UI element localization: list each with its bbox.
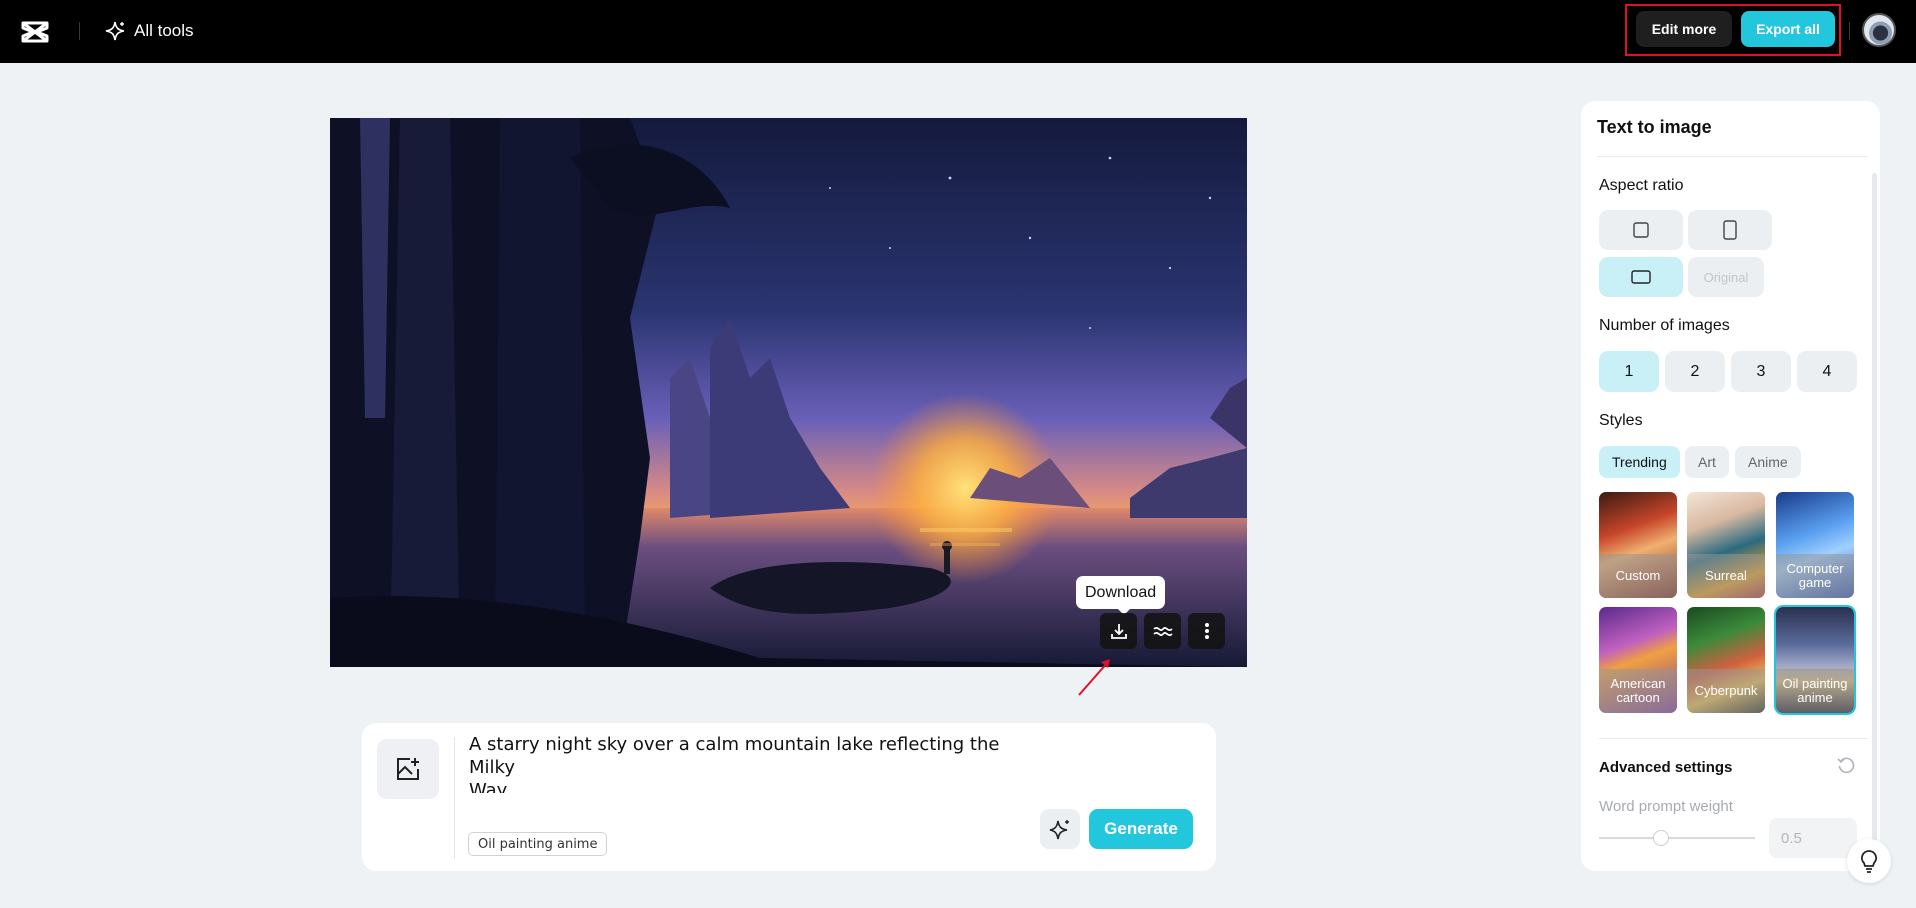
download-button[interactable]: [1100, 613, 1137, 649]
style-tile-label: Cyberpunk: [1687, 669, 1765, 713]
number-of-images-label: Number of images: [1599, 317, 1730, 334]
panel-title: Text to image: [1597, 117, 1712, 137]
more-options-button[interactable]: [1188, 613, 1225, 649]
style-tile-label: Custom: [1599, 554, 1677, 598]
square-ratio-icon: [1633, 222, 1649, 238]
landscape-ratio-icon: [1631, 270, 1651, 284]
generate-button[interactable]: Generate: [1089, 809, 1193, 849]
reset-icon[interactable]: [1837, 756, 1855, 774]
all-tools-button[interactable]: All tools: [104, 16, 194, 46]
style-tile-cyberpunk[interactable]: Cyberpunk: [1687, 607, 1765, 713]
style-tile-label: Oil painting anime: [1776, 669, 1854, 713]
aspect-portrait-button[interactable]: [1688, 210, 1772, 250]
weight-value-input[interactable]: [1769, 818, 1857, 858]
tab-anime[interactable]: Anime: [1735, 446, 1801, 478]
tab-art[interactable]: Art: [1685, 446, 1729, 478]
divider: [454, 737, 455, 859]
divider: [79, 22, 80, 40]
more-vertical-icon: [1204, 623, 1209, 639]
avatar[interactable]: [1862, 13, 1896, 47]
style-tile-label: Computer game: [1776, 554, 1854, 598]
panel-scrollbar[interactable]: [1872, 173, 1877, 853]
help-button[interactable]: [1847, 839, 1891, 883]
number-option-4[interactable]: 4: [1797, 351, 1857, 392]
aspect-landscape-button[interactable]: [1599, 257, 1683, 297]
word-prompt-weight-label: Word prompt weight: [1599, 798, 1733, 815]
style-tile-label: Surreal: [1687, 554, 1765, 598]
sparkle-icon: [105, 21, 125, 41]
number-option-2[interactable]: 2: [1665, 351, 1725, 392]
prompt-panel: A starry night sky over a calm mountain …: [362, 723, 1216, 871]
lightbulb-icon: [1861, 850, 1877, 873]
styles-label: Styles: [1599, 412, 1643, 429]
inspire-button[interactable]: [1040, 809, 1080, 849]
all-tools-label: All tools: [134, 21, 194, 40]
tab-trending[interactable]: Trending: [1599, 446, 1680, 478]
style-tile-computer-game[interactable]: Computer game: [1776, 492, 1854, 598]
top-bar: All tools Edit more Export all: [0, 0, 1916, 63]
add-image-icon: [397, 758, 419, 780]
aspect-ratio-label: Aspect ratio: [1599, 177, 1684, 194]
export-all-button[interactable]: Export all: [1741, 11, 1835, 47]
download-icon: [1110, 624, 1127, 639]
red-arrow-annotation: [1078, 659, 1110, 696]
add-reference-image-button[interactable]: [377, 739, 439, 799]
divider: [1599, 738, 1868, 739]
style-tile-american-cartoon[interactable]: American cartoon: [1599, 607, 1677, 713]
capcut-logo-icon[interactable]: [20, 17, 50, 47]
image-action-bar: [1100, 613, 1225, 649]
wave-icon: [1152, 626, 1173, 637]
selected-style-chip[interactable]: Oil painting anime: [468, 832, 608, 856]
prompt-input[interactable]: A starry night sky over a calm mountain …: [469, 733, 1029, 793]
divider: [1849, 22, 1850, 40]
aspect-original-button[interactable]: Original: [1688, 257, 1764, 297]
advanced-settings-label[interactable]: Advanced settings: [1599, 759, 1732, 776]
edit-more-button[interactable]: Edit more: [1636, 11, 1732, 47]
style-tile-surreal[interactable]: Surreal: [1687, 492, 1765, 598]
enhance-button[interactable]: [1144, 613, 1181, 649]
weight-slider-track[interactable]: [1599, 837, 1755, 839]
style-tile-label: American cartoon: [1599, 669, 1677, 713]
portrait-ratio-icon: [1723, 220, 1737, 240]
magic-sparkle-icon: [1049, 820, 1069, 840]
divider: [1597, 156, 1868, 157]
aspect-original-label: Original: [1703, 269, 1749, 285]
weight-slider-thumb[interactable]: [1653, 830, 1670, 846]
number-option-3[interactable]: 3: [1731, 351, 1791, 392]
text-to-image-panel: Text to image Aspect ratio Original Numb…: [1581, 101, 1880, 871]
style-tile-oil-painting-anime[interactable]: Oil painting anime: [1774, 605, 1856, 715]
download-tooltip: Download: [1076, 576, 1166, 615]
number-option-1[interactable]: 1: [1599, 351, 1659, 392]
aspect-square-button[interactable]: [1599, 210, 1683, 250]
style-tile-custom[interactable]: Custom: [1599, 492, 1677, 598]
